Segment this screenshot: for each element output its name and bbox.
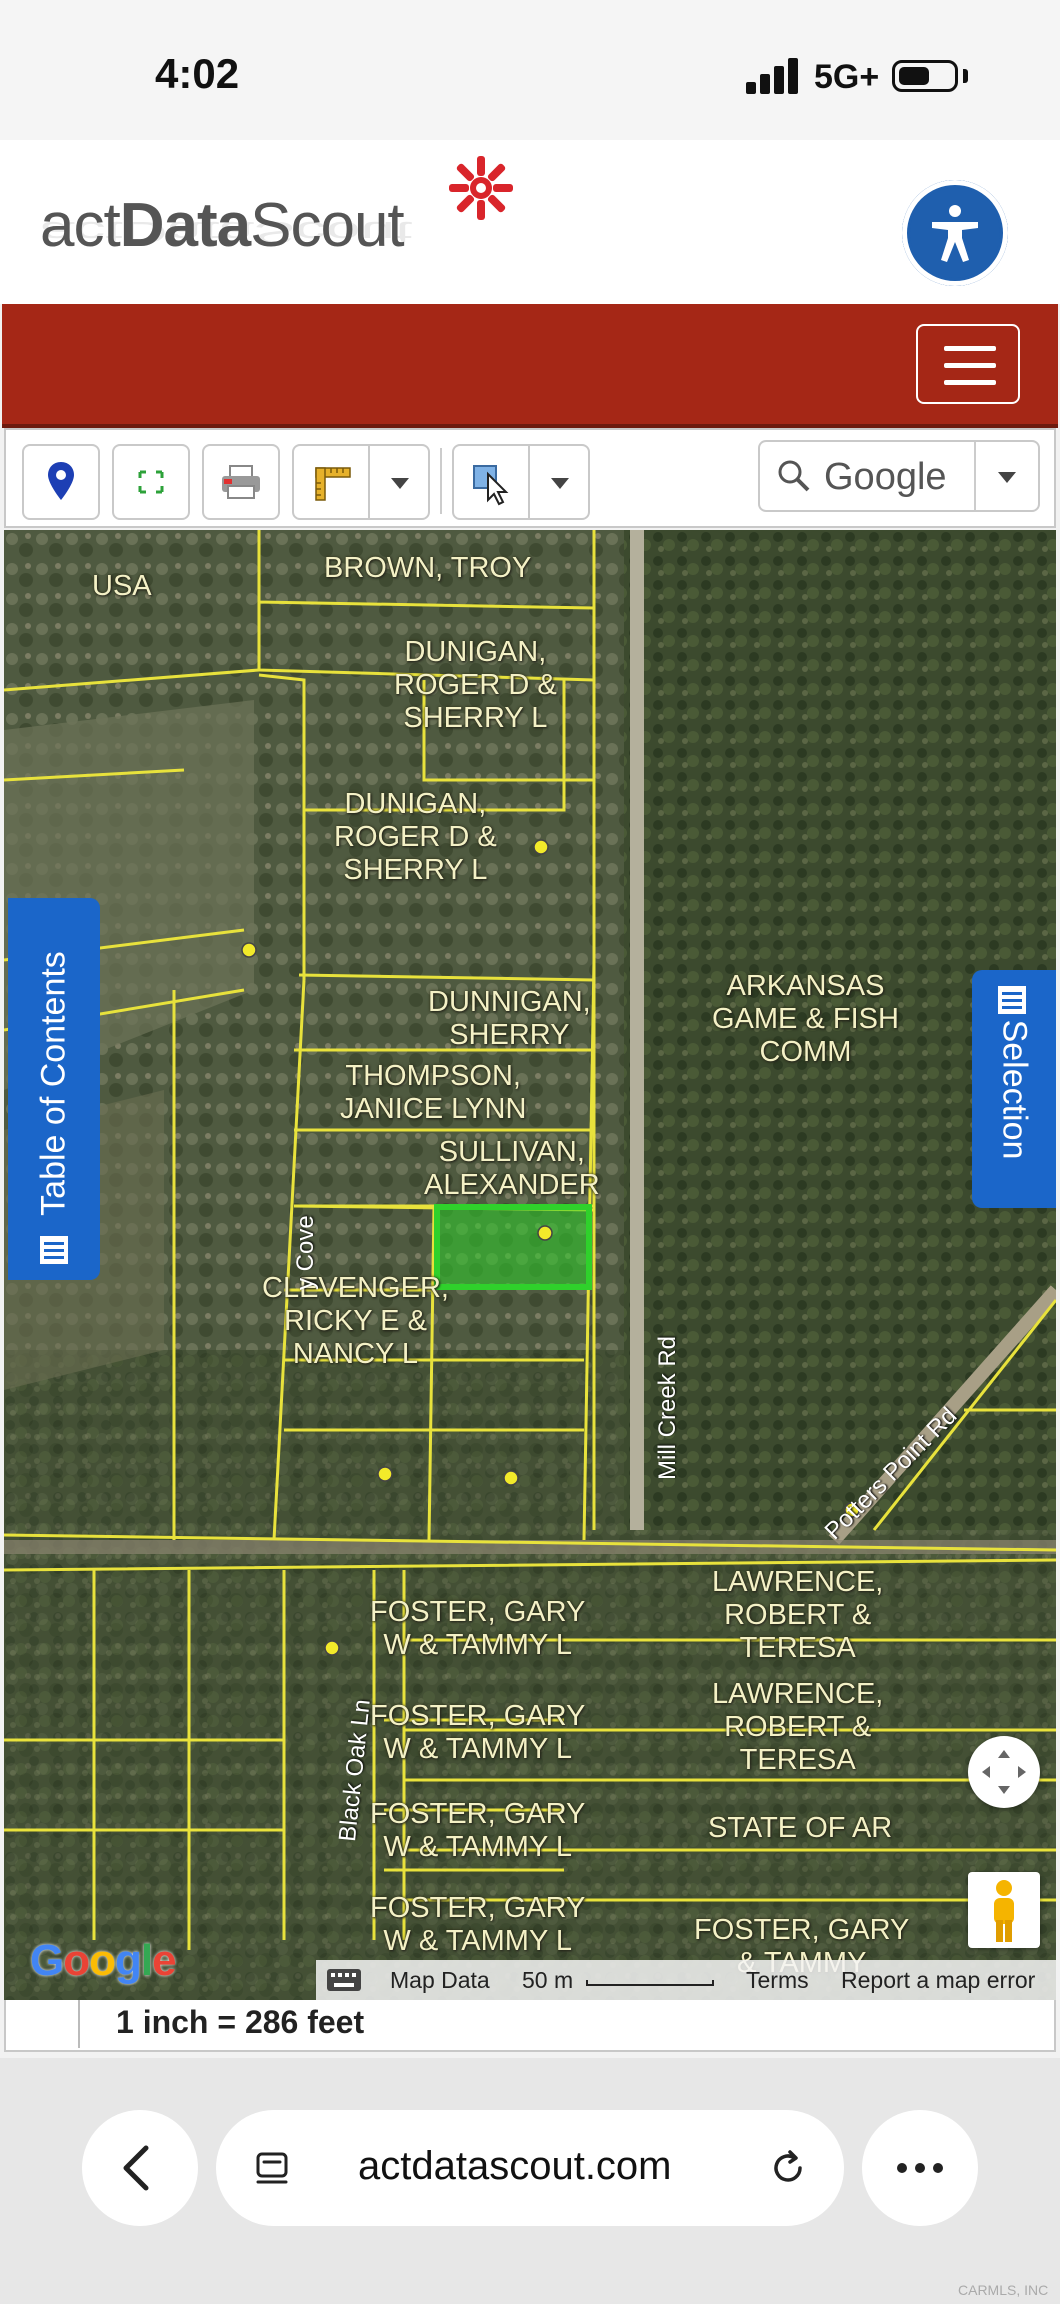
location-pin-icon <box>48 462 74 500</box>
parcel-label[interactable]: STATE OF AR <box>708 1812 892 1845</box>
search-icon <box>778 460 810 492</box>
accessibility-icon <box>932 205 978 262</box>
toolbar-divider <box>440 448 442 514</box>
location-button[interactable] <box>22 444 100 520</box>
measure-dropdown[interactable] <box>368 444 430 520</box>
logo-star-icon <box>449 156 513 220</box>
chevron-left-icon <box>123 2145 149 2191</box>
move-arrows-icon <box>982 1750 1026 1794</box>
parcel-label[interactable]: DUNNIGAN, SHERRY <box>428 986 591 1052</box>
accessibility-button[interactable] <box>902 180 1008 286</box>
parcel-label[interactable]: ARKANSAS GAME & FISH COMM <box>712 970 899 1069</box>
selection-tab[interactable]: Selection <box>972 970 1056 1208</box>
url-text[interactable]: actdatascout.com <box>358 2144 672 2189</box>
full-extent-button[interactable] <box>112 444 190 520</box>
logo-reflection: actDataScout <box>40 215 413 250</box>
pegman-icon <box>994 1880 1014 1942</box>
parcel-label[interactable]: DUNIGAN, ROGER D & SHERRY L <box>334 788 497 887</box>
ruler-icon <box>315 467 351 501</box>
selection-label: Selection <box>995 1019 1034 1160</box>
chevron-down-icon <box>551 478 569 489</box>
reload-icon[interactable] <box>764 2144 812 2192</box>
nav-bar <box>2 304 1058 428</box>
print-button[interactable] <box>202 444 280 520</box>
parcel-label[interactable]: FOSTER, GARY W & TAMMY L <box>370 1892 585 1958</box>
signal-icon <box>746 58 802 94</box>
parcel-label[interactable]: THOMPSON, JANICE LYNN <box>340 1060 526 1126</box>
select-tool-dropdown[interactable] <box>528 444 590 520</box>
select-tool-button[interactable] <box>452 444 530 520</box>
table-of-contents-label: Table of Contents <box>34 951 73 1216</box>
recenter-map-button[interactable] <box>968 1736 1040 1808</box>
chevron-down-icon <box>998 472 1016 483</box>
select-cursor-icon <box>473 465 509 506</box>
more-options-button[interactable] <box>862 2110 978 2226</box>
satellite-imagery <box>4 530 1056 2000</box>
parcel-label[interactable]: USA <box>92 570 152 603</box>
report-error-link[interactable]: Report a map error <box>841 1967 1035 1994</box>
status-time: 4:02 <box>155 50 240 97</box>
google-logo: Google <box>30 1936 177 1985</box>
map-attribution-bar: Map Data 50 m Terms Report a map error <box>316 1960 1056 2000</box>
parcel-label[interactable]: LAWRENCE, ROBERT & TERESA <box>712 1678 883 1777</box>
parcel-label[interactable]: SULLIVAN, ALEXANDER <box>424 1136 600 1202</box>
printer-icon <box>222 465 260 499</box>
parcel-label[interactable]: FOSTER, GARY W & TAMMY L <box>370 1700 585 1766</box>
map-scale-text: 1 inch = 286 feet <box>116 2004 365 2040</box>
map-data-link[interactable]: Map Data <box>390 1967 490 1994</box>
reader-mode-icon <box>256 2152 288 2184</box>
scale-label: 50 m <box>522 1967 574 1993</box>
search-engine-label: Google <box>824 456 947 498</box>
measure-button[interactable] <box>292 444 370 520</box>
parcel-label[interactable]: BROWN, TROY <box>324 552 531 585</box>
network-type: 5G+ <box>814 58 880 96</box>
parcel-label[interactable]: FOSTER, GARY W & TAMMY L <box>370 1596 585 1662</box>
scale-line <box>586 1980 714 1986</box>
battery-icon <box>892 60 958 92</box>
street-view-button[interactable] <box>968 1872 1040 1948</box>
back-button[interactable] <box>82 2110 198 2226</box>
road-label-mill-creek: Mill Creek Rd <box>654 1335 681 1480</box>
hamburger-menu-button[interactable] <box>916 324 1020 404</box>
full-extent-icon <box>138 470 164 494</box>
parcel-label[interactable]: FOSTER, GARY W & TAMMY L <box>370 1798 585 1864</box>
keyboard-icon[interactable] <box>326 1968 362 1992</box>
terms-link[interactable]: Terms <box>746 1967 809 1994</box>
table-of-contents-tab[interactable]: Table of Contents <box>8 898 100 1280</box>
road-label-cove: y Cove <box>292 1215 319 1290</box>
parcel-label[interactable]: CLEVENGER, RICKY E & NANCY L <box>262 1272 449 1371</box>
parcel-map[interactable]: USA BROWN, TROY DUNIGAN, ROGER D & SHERRY … <box>4 530 1056 2000</box>
chevron-down-icon <box>391 478 409 489</box>
battery-tip <box>963 69 968 83</box>
parcel-label[interactable]: LAWRENCE, ROBERT & TERESA <box>712 1566 883 1665</box>
ellipsis-icon <box>897 2163 943 2173</box>
list-icon <box>40 1236 68 1264</box>
parcel-label[interactable]: DUNIGAN, ROGER D & SHERRY L <box>394 636 557 735</box>
watermark: CARMLS, INC <box>958 2282 1049 2298</box>
